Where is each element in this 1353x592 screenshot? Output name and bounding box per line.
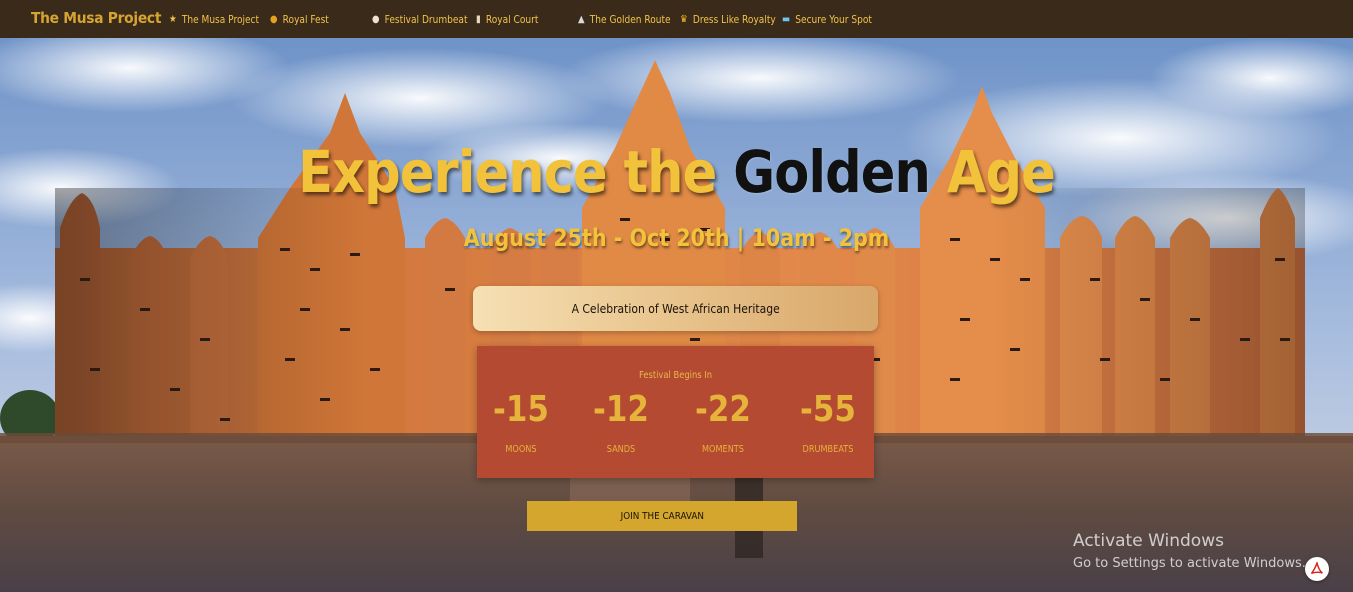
pdf-reader-icon[interactable] [1305,557,1329,581]
countdown-value: -22 [695,389,751,430]
countdown-label: Festival Begins In [477,370,874,381]
countdown-unit-label: DRUMBEATS [802,444,854,455]
hero-title-part1: Experience the [298,138,734,206]
tagline-text: A Celebration of West African Heritage [571,301,780,316]
countdown-unit-label: MOMENTS [701,444,744,455]
nav-item-golden-route[interactable]: ▲ The Golden Route [578,14,671,26]
countdown-value: -12 [593,389,649,430]
countdown-panel: Festival Begins In -15 MOONS -12 SANDS -… [477,346,874,478]
nav-item-royal-fest[interactable]: ● Royal Fest [270,14,329,26]
nav-item-label: Dress Like Royalty [692,14,776,26]
countdown-label-text: Festival Begins In [638,370,713,381]
museum-icon: ▲ [578,14,585,25]
nav-item-musa-project[interactable]: ★ The Musa Project [169,14,259,26]
scroll-icon: ▮ [476,14,481,25]
tagline-banner: A Celebration of West African Heritage [473,286,878,331]
acrobat-icon [1310,562,1323,575]
nav-item-label: Festival Drumbeat [384,14,468,26]
drum-icon: ● [372,14,380,25]
nav-item-dress-like-royalty[interactable]: ♛ Dress Like Royalty [680,14,776,26]
nav-item-label: The Golden Route [589,14,671,26]
ticket-icon: ▬ [782,14,791,25]
top-navbar: The Musa Project ★ The Musa Project ● Ro… [0,0,1353,38]
countdown-unit-sands: -12 SANDS [576,389,666,456]
countdown-unit-moments: -22 MOMENTS [678,389,768,456]
activate-windows-subtitle: Go to Settings to activate Windows. [1073,556,1306,571]
nav-item-label: Royal Court [485,14,539,26]
nav-item-festival-drumbeat[interactable]: ● Festival Drumbeat [372,14,467,26]
join-button-label: JOIN THE CARAVAN [620,510,704,522]
countdown-unit-drumbeats: -55 DRUMBEATS [783,389,873,456]
countdown-value: -55 [800,389,856,430]
nav-item-label: Royal Fest [282,14,329,26]
countdown-unit-label: MOONS [505,444,537,455]
hero-section: Experience the Golden Age August 25th - … [0,38,1353,592]
page: The Musa Project ★ The Musa Project ● Ro… [0,0,1353,592]
hero-dates: August 25th - Oct 20th | 10am - 2pm [463,224,890,252]
crown-coin-icon: ● [270,14,278,25]
nav-item-label: The Musa Project [181,14,260,26]
nav-item-label: Secure Your Spot [795,14,872,26]
crown-icon: ♛ [680,14,688,25]
join-the-caravan-button[interactable]: JOIN THE CARAVAN [527,501,797,531]
hero-title-part2: Golden [733,138,931,206]
countdown-unit-moons: -15 MOONS [476,389,566,456]
brand-logo-link[interactable]: The Musa Project [31,9,161,27]
countdown-unit-label: SANDS [606,444,636,455]
hero-title: Experience the Golden Age [81,138,1272,206]
activate-windows-title: Activate Windows [1073,531,1224,551]
nav-item-royal-court[interactable]: ▮ Royal Court [476,14,538,26]
hero-title-part3: Age [929,138,1056,206]
nav-item-secure-your-spot[interactable]: ▬ Secure Your Spot [782,14,872,26]
countdown-value: -15 [493,389,549,430]
star-icon: ★ [169,14,177,25]
